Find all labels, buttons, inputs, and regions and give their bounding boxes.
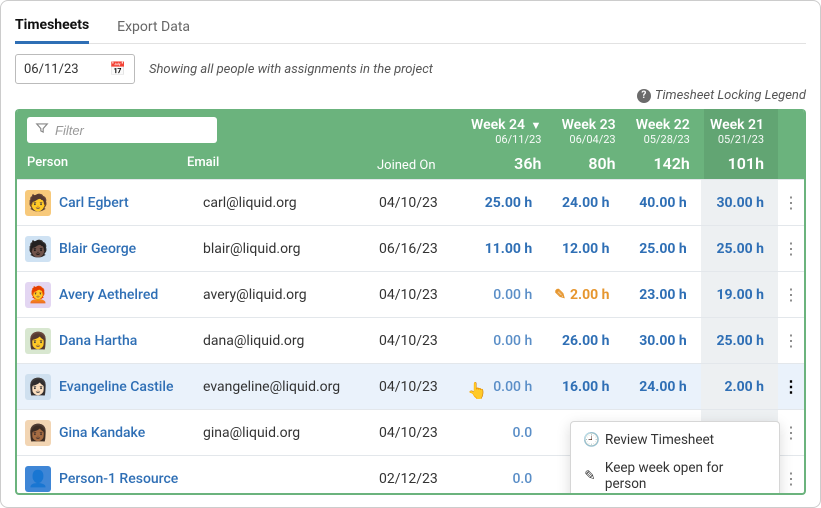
tab-export-data[interactable]: Export Data	[117, 15, 190, 43]
filter-input-wrapper[interactable]	[27, 117, 217, 143]
help-icon: ?	[637, 89, 651, 103]
avatar: 🧑‍🦰	[25, 282, 51, 308]
joined-date: 06/16/23	[379, 241, 469, 257]
joined-date: 04/10/23	[379, 287, 469, 303]
row-actions-button[interactable]: ⋮	[778, 331, 804, 350]
hours-cell[interactable]: 2.00 h	[701, 364, 778, 410]
week-header-0[interactable]: Week 24 ▼06/11/2336h	[467, 109, 555, 179]
week-header-3[interactable]: Week 2105/21/23101h	[704, 109, 778, 179]
pencil-icon: ✎	[554, 287, 566, 303]
header-email[interactable]: Email	[187, 155, 367, 170]
hours-cell[interactable]: 40.00 h	[624, 180, 701, 226]
date-picker[interactable]: 06/11/23 📅	[15, 54, 135, 84]
hours-cell[interactable]: ✎2.00 h	[546, 272, 623, 318]
row-actions-menu: 🕘 Review Timesheet ✎ Keep week open for …	[570, 421, 780, 495]
table-row[interactable]: 👩 Dana Harthadana@liquid.org04/10/230.00 …	[17, 317, 804, 363]
table-row[interactable]: 👩🏻 Evangeline Castileevangeline@liquid.or…	[17, 363, 804, 409]
locking-legend-link[interactable]: ? Timesheet Locking Legend	[637, 88, 806, 103]
menu-review-timesheet[interactable]: 🕘 Review Timesheet	[571, 426, 779, 454]
row-actions-button[interactable]: ⋮	[778, 285, 804, 304]
hours-cell[interactable]: 19.00 h	[701, 272, 778, 318]
joined-date: 02/12/23	[379, 471, 469, 487]
person-email: gina@liquid.org	[199, 425, 379, 441]
hours-cell[interactable]: 0.0	[469, 410, 546, 456]
legend-label: Timesheet Locking Legend	[655, 88, 806, 103]
hours-cell[interactable]: 0.00 h	[469, 272, 546, 318]
filter-caption: Showing all people with assignments in t…	[149, 62, 806, 77]
person-name-link[interactable]: Dana Hartha	[59, 333, 199, 349]
week-header-1[interactable]: Week 2306/04/2380h	[555, 109, 629, 179]
avatar: 👩🏻	[25, 374, 51, 400]
hours-cell[interactable]: 12.00 h	[546, 226, 623, 272]
row-actions-button[interactable]: ⋮	[778, 377, 804, 396]
hours-cell[interactable]: 0.0	[469, 456, 546, 496]
person-name-link[interactable]: Gina Kandake	[59, 425, 199, 441]
row-actions-button[interactable]: ⋮	[778, 469, 804, 488]
person-name-link[interactable]: Avery Aethelred	[59, 287, 199, 303]
table-row[interactable]: 🧑🏿 Blair Georgeblair@liquid.org06/16/2311…	[17, 225, 804, 271]
header-joined[interactable]: Joined On	[377, 109, 467, 179]
week-header-2[interactable]: Week 2205/28/23142h	[630, 109, 704, 179]
person-email: avery@liquid.org	[199, 287, 379, 303]
table-row[interactable]: 🧑‍🦰 Avery Aethelredavery@liquid.org04/10/…	[17, 271, 804, 317]
hours-cell[interactable]: 25.00 h	[701, 226, 778, 272]
joined-date: 04/10/23	[379, 333, 469, 349]
clock-icon: 🕘	[583, 432, 597, 448]
pencil-icon: ✎	[583, 468, 597, 484]
hours-cell[interactable]: 23.00 h	[624, 272, 701, 318]
header-person[interactable]: Person	[27, 155, 187, 170]
row-actions-button[interactable]: ⋮	[778, 239, 804, 258]
calendar-icon: 📅	[110, 62, 126, 77]
hours-cell[interactable]: 30.00 h	[624, 318, 701, 364]
hours-cell[interactable]: 16.00 h	[546, 364, 623, 410]
filter-input[interactable]	[55, 123, 209, 138]
joined-date: 04/10/23	[379, 379, 469, 395]
person-name-link[interactable]: Carl Egbert	[59, 195, 199, 211]
tab-timesheets[interactable]: Timesheets	[15, 13, 89, 44]
person-email: evangeline@liquid.org	[199, 379, 379, 395]
hours-cell[interactable]: 11.00 h	[469, 226, 546, 272]
hours-cell[interactable]: 25.00 h	[701, 318, 778, 364]
avatar: 👩	[25, 328, 51, 354]
person-email: carl@liquid.org	[199, 195, 379, 211]
hours-cell[interactable]: 24.00 h	[624, 364, 701, 410]
joined-date: 04/10/23	[379, 425, 469, 441]
timesheet-table: Person Email Joined On Week 24 ▼06/11/23…	[15, 109, 806, 495]
hours-cell[interactable]: 26.00 h	[546, 318, 623, 364]
person-email: dana@liquid.org	[199, 333, 379, 349]
avatar: 👩🏾	[25, 420, 51, 446]
hours-cell[interactable]: 24.00 h	[546, 180, 623, 226]
hours-cell[interactable]: 0.00 h	[469, 318, 546, 364]
avatar: 🧑🏿	[25, 236, 51, 262]
date-value: 06/11/23	[24, 62, 79, 77]
avatar: 👤	[25, 466, 51, 492]
hours-cell[interactable]: 25.00 h	[624, 226, 701, 272]
row-actions-button[interactable]: ⋮	[778, 193, 804, 212]
hours-cell[interactable]: 30.00 h	[701, 180, 778, 226]
row-actions-button[interactable]: ⋮	[778, 423, 804, 442]
joined-date: 04/10/23	[379, 195, 469, 211]
person-name-link[interactable]: Blair George	[59, 241, 199, 257]
person-name-link[interactable]: Evangeline Castile	[59, 379, 199, 395]
hours-cell[interactable]: 25.00 h	[469, 180, 546, 226]
hours-cell[interactable]: 0.00 h	[469, 364, 546, 410]
person-email: blair@liquid.org	[199, 241, 379, 257]
filter-icon	[35, 121, 49, 139]
avatar: 🧑	[25, 190, 51, 216]
menu-keep-week-open[interactable]: ✎ Keep week open for person	[571, 454, 779, 495]
person-name-link[interactable]: Person-1 Resource	[59, 471, 199, 487]
table-row[interactable]: 🧑 Carl Egbertcarl@liquid.org04/10/2325.00…	[17, 179, 804, 225]
